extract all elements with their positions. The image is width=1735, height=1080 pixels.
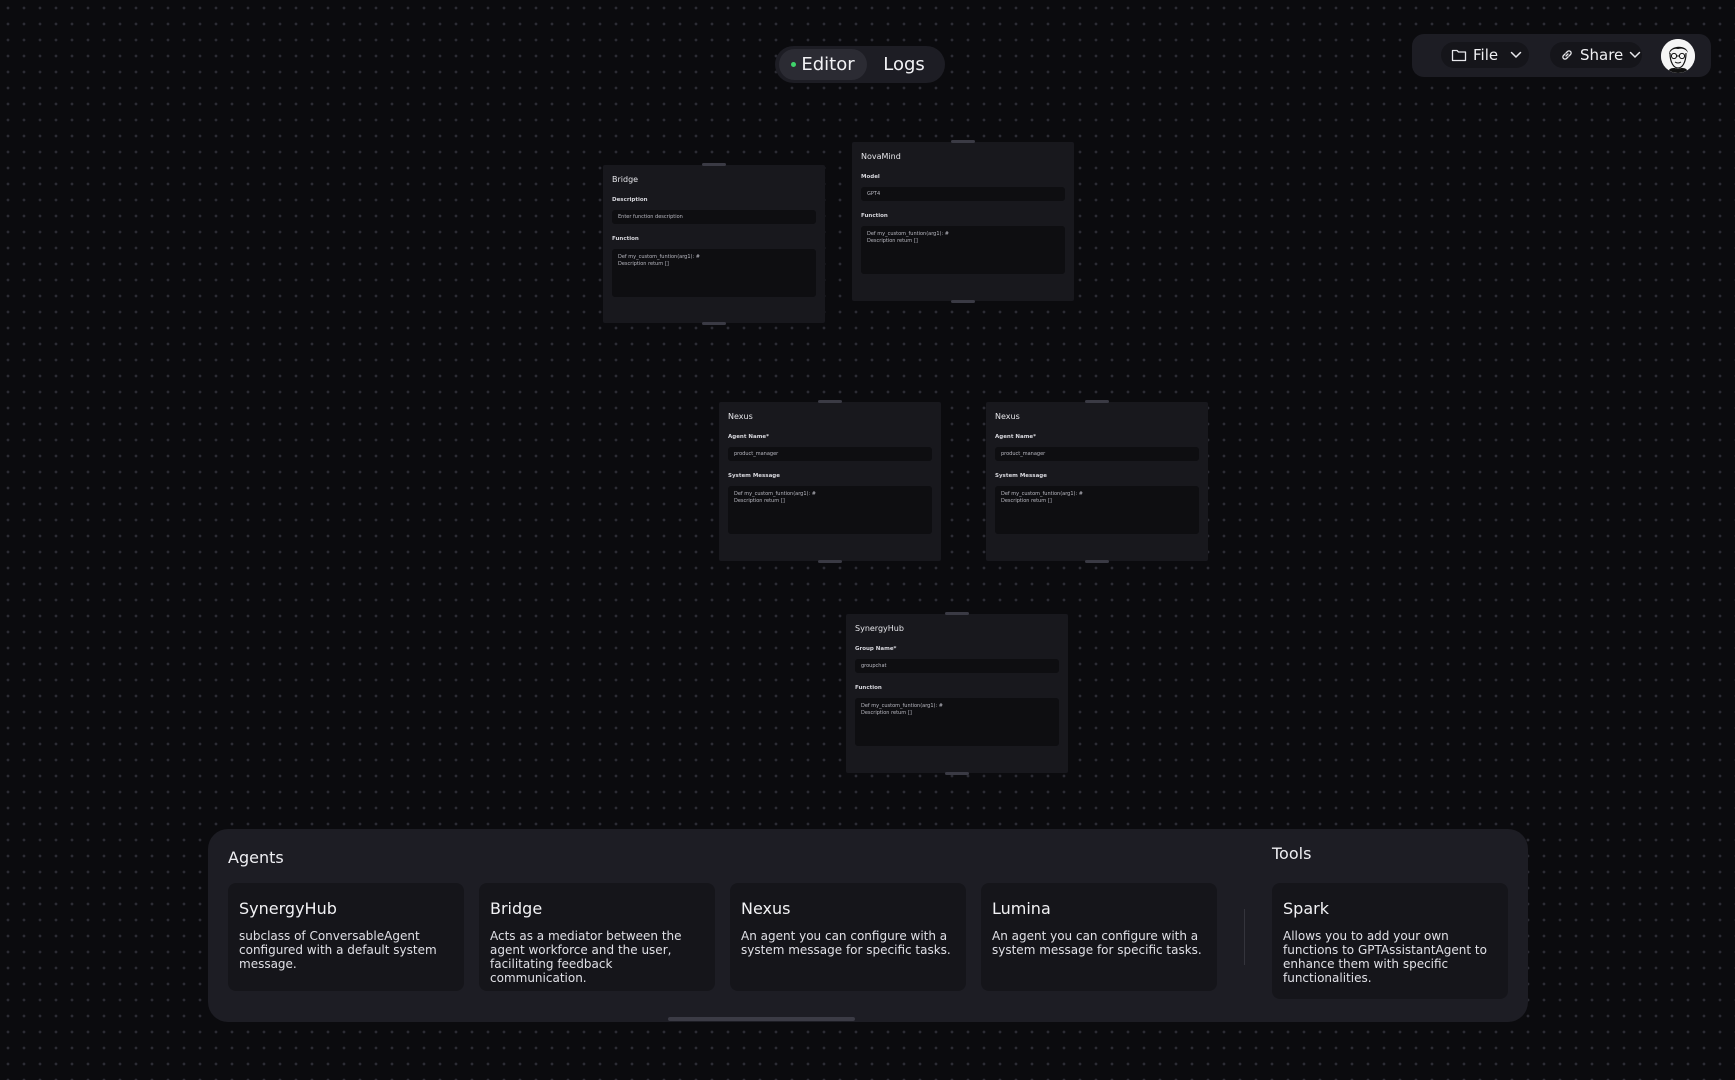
node-input-handle[interactable] bbox=[951, 140, 975, 143]
node-synergyhub[interactable]: SynergyHub Group Name* groupchat Functio… bbox=[846, 612, 1068, 775]
system-message-label: System Message bbox=[728, 473, 780, 479]
card-title: Bridge bbox=[490, 899, 543, 918]
card-description: An agent you can configure with a system… bbox=[992, 929, 1202, 957]
card-title: Spark bbox=[1283, 899, 1329, 918]
code-line: Description return [] bbox=[1001, 498, 1052, 504]
node-output-handle[interactable] bbox=[1085, 560, 1109, 563]
horizontal-scrollbar[interactable] bbox=[668, 1017, 855, 1021]
agent-name-label: Agent Name* bbox=[995, 434, 1037, 440]
node-input-handle[interactable] bbox=[1085, 400, 1109, 403]
node-nexus[interactable]: Nexus Agent Name* product_manager System… bbox=[986, 400, 1208, 563]
function-textarea[interactable]: Def my_custom_funtion(arg1): # Descripti… bbox=[861, 226, 1065, 274]
node-title: Bridge bbox=[612, 175, 639, 184]
system-message-textarea[interactable]: Def my_custom_funtion(arg1): # Descripti… bbox=[728, 486, 932, 534]
model-input[interactable]: GPT4 bbox=[861, 187, 1065, 201]
node-novamind[interactable]: NovaMind Model GPT4 Function Def my_cust… bbox=[852, 140, 1074, 303]
description-label: Description bbox=[612, 197, 648, 203]
tools-heading: Tools bbox=[1272, 844, 1312, 863]
node-output-handle[interactable] bbox=[818, 560, 842, 563]
agent-card-lumina[interactable]: Lumina An agent you can configure with a… bbox=[981, 883, 1217, 991]
card-title: Nexus bbox=[741, 899, 791, 918]
node-title: NovaMind bbox=[861, 152, 901, 161]
card-title: SynergyHub bbox=[239, 899, 337, 918]
agent-name-label: Agent Name* bbox=[728, 434, 770, 440]
system-message-textarea[interactable]: Def my_custom_funtion(arg1): # Descripti… bbox=[995, 486, 1199, 534]
card-description: An agent you can configure with a system… bbox=[741, 929, 951, 957]
node-input-handle[interactable] bbox=[702, 163, 726, 166]
node-bridge[interactable]: Bridge Description Enter function descri… bbox=[603, 163, 825, 325]
node-output-handle[interactable] bbox=[945, 772, 969, 775]
code-line: Description return [] bbox=[861, 710, 912, 716]
node-output-handle[interactable] bbox=[951, 300, 975, 303]
node-input-handle[interactable] bbox=[818, 400, 842, 403]
chevron-down-icon bbox=[1510, 51, 1522, 59]
code-line: Description return [] bbox=[618, 261, 669, 267]
node-output-handle[interactable] bbox=[702, 322, 726, 325]
active-dot-icon bbox=[791, 62, 797, 67]
node-title: Nexus bbox=[728, 412, 753, 421]
folder-icon bbox=[1451, 49, 1467, 62]
file-menu-label: File bbox=[1473, 46, 1499, 64]
share-menu-label: Share bbox=[1580, 46, 1624, 64]
code-line: Def my_custom_funtion(arg1): # bbox=[867, 231, 949, 237]
system-message-label: System Message bbox=[995, 473, 1047, 479]
agent-card-bridge[interactable]: Bridge Acts as a mediator between the ag… bbox=[479, 883, 715, 991]
section-divider bbox=[1244, 909, 1245, 965]
node-title: Nexus bbox=[995, 412, 1020, 421]
code-line: Def my_custom_funtion(arg1): # bbox=[734, 491, 816, 497]
tool-card-spark[interactable]: Spark Allows you to add your own functio… bbox=[1272, 883, 1508, 999]
agent-card-nexus[interactable]: Nexus An agent you can configure with a … bbox=[730, 883, 966, 991]
tab-editor-label: Editor bbox=[801, 54, 855, 75]
model-label: Model bbox=[861, 174, 880, 180]
function-label: Function bbox=[612, 236, 639, 242]
card-description: subclass of ConversableAgent configured … bbox=[239, 929, 437, 971]
tab-editor[interactable]: Editor bbox=[779, 49, 867, 80]
share-menu-button[interactable]: Share bbox=[1550, 42, 1642, 68]
view-tabs: Editor Logs bbox=[775, 46, 945, 83]
group-name-input[interactable]: groupchat bbox=[855, 659, 1059, 673]
function-textarea[interactable]: Def my_custom_funtion(arg1): # Descripti… bbox=[855, 698, 1059, 746]
agent-card-synergyhub[interactable]: SynergyHub subclass of ConversableAgent … bbox=[228, 883, 464, 991]
code-line: Description return [] bbox=[867, 238, 918, 244]
component-palette: Agents Tools SynergyHub subclass of Conv… bbox=[208, 829, 1528, 1022]
tab-logs[interactable]: Logs bbox=[867, 49, 941, 80]
card-description: Acts as a mediator between the agent wor… bbox=[490, 929, 682, 985]
node-nexus[interactable]: Nexus Agent Name* product_manager System… bbox=[719, 400, 941, 563]
function-label: Function bbox=[861, 213, 888, 219]
node-input-handle[interactable] bbox=[945, 612, 969, 615]
file-menu-button[interactable]: File bbox=[1441, 42, 1529, 68]
node-title: SynergyHub bbox=[855, 624, 904, 633]
description-input[interactable]: Enter function description bbox=[612, 210, 816, 224]
card-description: Allows you to add your own functions to … bbox=[1283, 929, 1487, 985]
agents-heading: Agents bbox=[228, 848, 284, 867]
agent-name-input[interactable]: product_manager bbox=[728, 447, 932, 461]
chevron-down-icon bbox=[1630, 51, 1641, 59]
code-line: Def my_custom_funtion(arg1): # bbox=[1001, 491, 1083, 497]
agent-name-input[interactable]: product_manager bbox=[995, 447, 1199, 461]
group-name-label: Group Name* bbox=[855, 646, 897, 652]
code-line: Def my_custom_funtion(arg1): # bbox=[861, 703, 943, 709]
user-avatar[interactable] bbox=[1661, 39, 1695, 73]
link-icon bbox=[1562, 50, 1572, 60]
avatar-face-icon bbox=[1661, 39, 1695, 73]
tab-logs-label: Logs bbox=[883, 54, 925, 75]
code-line: Def my_custom_funtion(arg1): # bbox=[618, 254, 700, 260]
code-line: Description return [] bbox=[734, 498, 785, 504]
function-label: Function bbox=[855, 685, 882, 691]
card-title: Lumina bbox=[992, 899, 1051, 918]
function-textarea[interactable]: Def my_custom_funtion(arg1): # Descripti… bbox=[612, 249, 816, 297]
